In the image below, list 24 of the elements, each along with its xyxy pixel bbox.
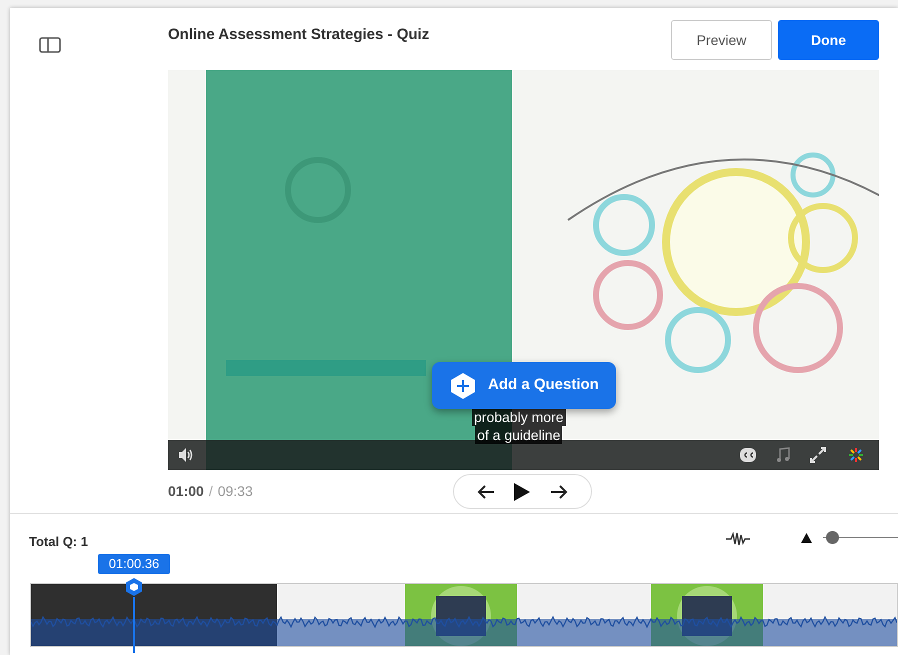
duration: 09:33 <box>218 482 253 501</box>
zoom-slider[interactable] <box>823 531 898 545</box>
waveform-icon[interactable] <box>726 532 750 546</box>
playhead[interactable] <box>124 577 144 653</box>
add-question-button[interactable]: Add a Question <box>432 362 616 409</box>
time-separator: / <box>208 482 213 501</box>
preview-button[interactable]: Preview <box>671 20 772 60</box>
music-note-icon[interactable] <box>776 447 790 463</box>
plus-icon <box>450 372 476 400</box>
volume-icon[interactable] <box>178 447 194 463</box>
total-questions: Total Q: 1 <box>29 533 88 551</box>
fullscreen-icon[interactable] <box>810 447 826 463</box>
slider-thumb[interactable] <box>826 531 840 544</box>
done-button[interactable]: Done <box>778 20 879 60</box>
play-icon[interactable] <box>513 482 532 502</box>
panel-toggle-icon[interactable] <box>39 37 61 53</box>
arrow-right-icon[interactable] <box>550 484 568 498</box>
playhead-time: 01:00.36 <box>98 554 170 574</box>
current-time: 01:00 <box>168 482 204 501</box>
sparkle-icon[interactable] <box>848 447 864 463</box>
hexagon-icon <box>124 577 144 597</box>
triangle-icon[interactable] <box>801 533 812 543</box>
quiz-title: Online Assessment Strategies - Quiz <box>168 24 430 45</box>
arrow-left-icon[interactable] <box>477 484 496 498</box>
